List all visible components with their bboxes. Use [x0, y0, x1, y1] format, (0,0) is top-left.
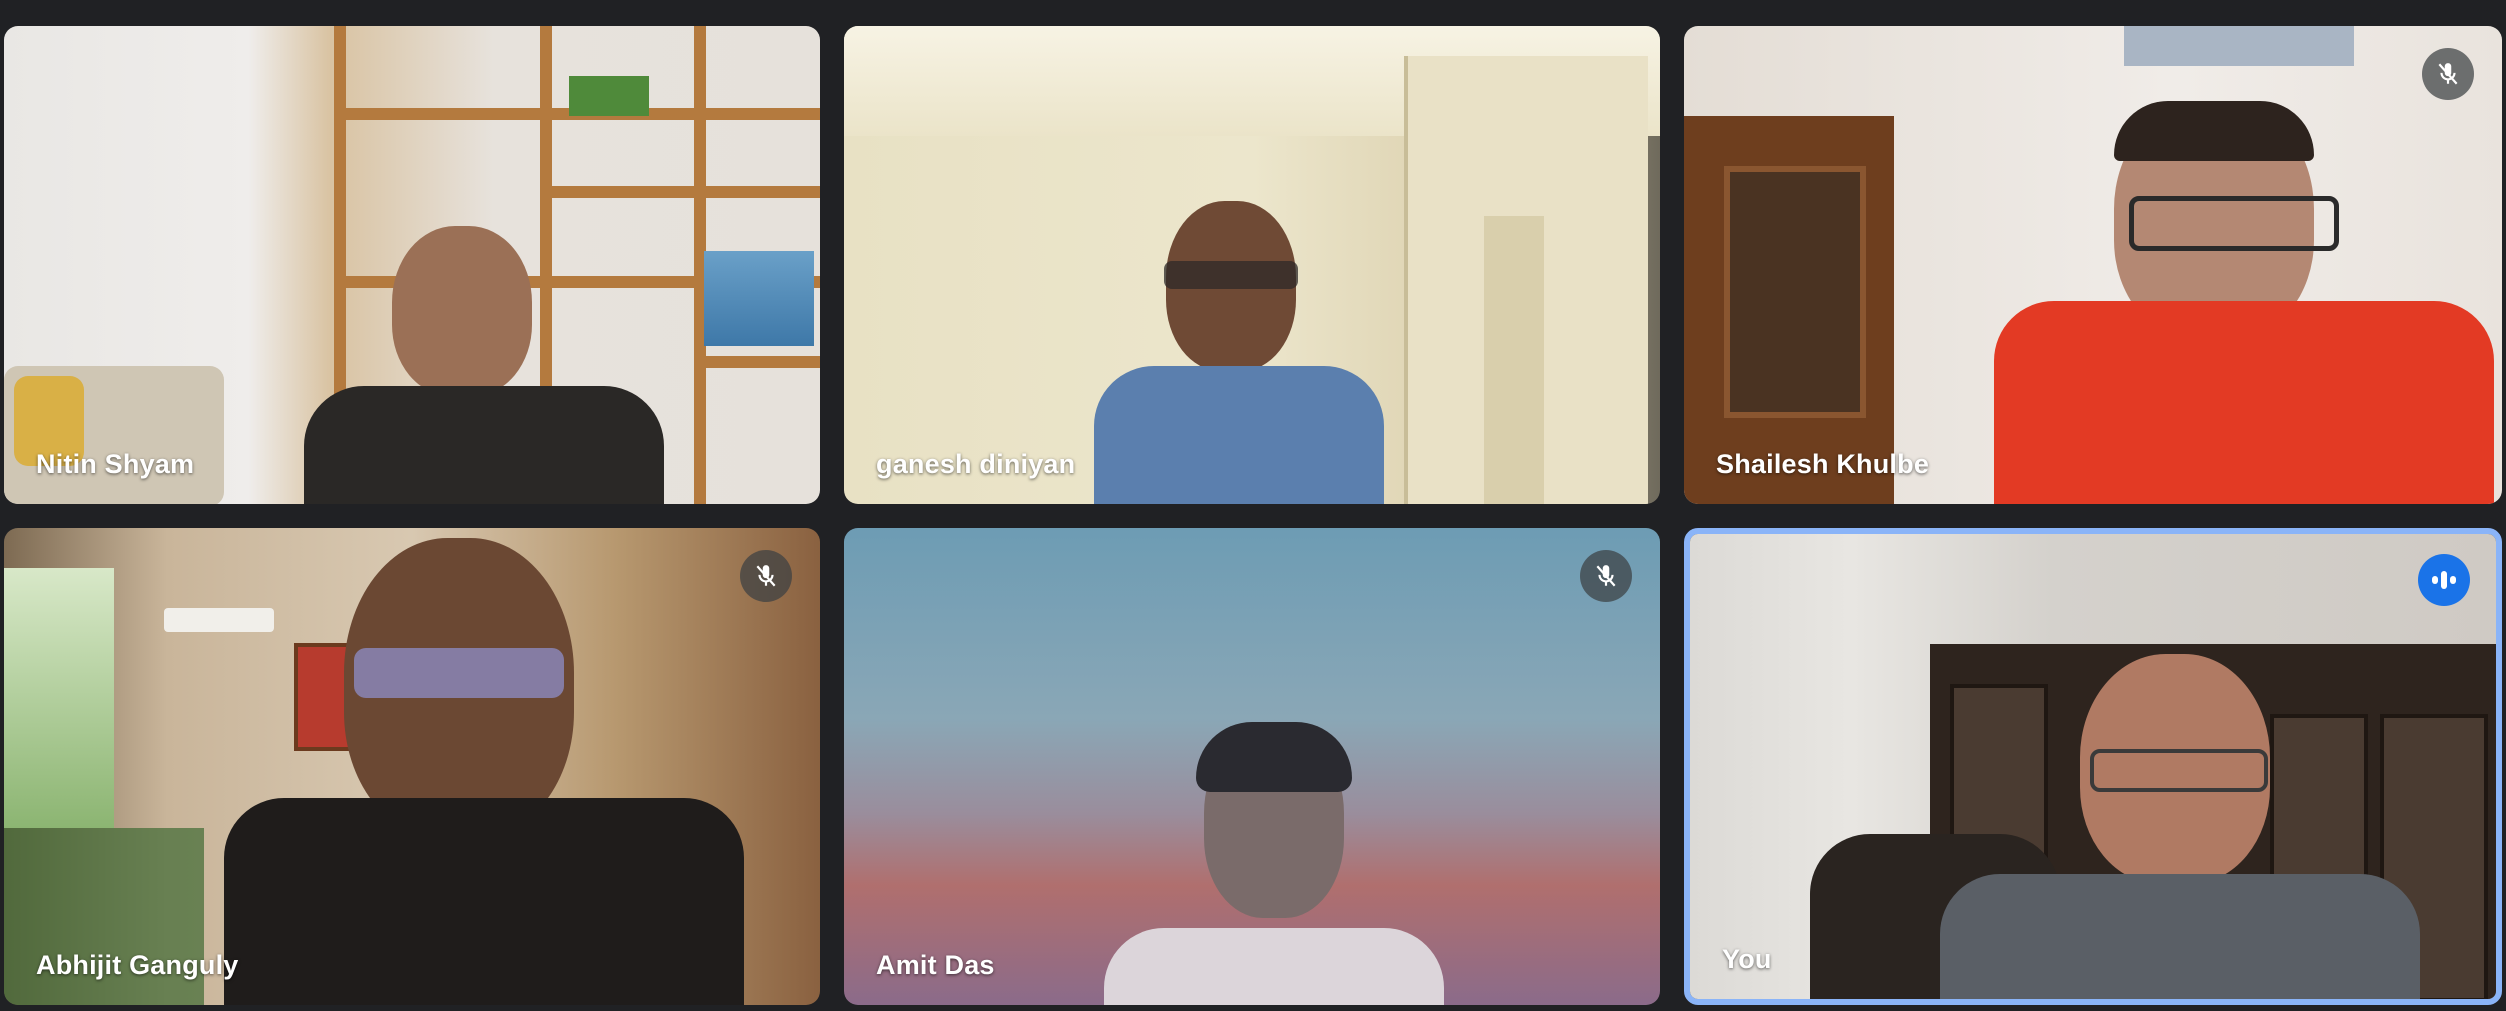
participant-tile-self[interactable]: You: [1684, 528, 2502, 1005]
participant-tile[interactable]: ganesh diniyan: [844, 26, 1660, 504]
mic-off-icon: [1580, 550, 1632, 602]
mic-off-icon: [2422, 48, 2474, 100]
mic-off-icon: [740, 550, 792, 602]
video-feed: [1684, 26, 2502, 504]
participant-tile[interactable]: Shailesh Khulbe: [1684, 26, 2502, 504]
participant-name: Amit Das: [876, 950, 995, 980]
video-feed: [844, 26, 1660, 504]
video-feed: [844, 528, 1660, 1005]
participant-tile[interactable]: Abhijit Ganguly: [4, 528, 820, 1005]
video-feed: [4, 528, 820, 1005]
participant-name: ganesh diniyan: [876, 449, 1076, 479]
participant-name: You: [1722, 944, 1772, 974]
audio-level-icon: [2418, 554, 2470, 606]
participant-name: Shailesh Khulbe: [1716, 449, 1930, 479]
participant-tile[interactable]: Amit Das: [844, 528, 1660, 1005]
participant-tile[interactable]: Nitin Shyam: [4, 26, 820, 504]
video-feed: [1690, 534, 2496, 999]
video-feed: [4, 26, 820, 504]
participant-name: Nitin Shyam: [36, 449, 195, 479]
video-grid: Nitin Shyam ganesh diniyan Shailesh Khul…: [0, 0, 2506, 1011]
participant-name: Abhijit Ganguly: [36, 950, 239, 980]
